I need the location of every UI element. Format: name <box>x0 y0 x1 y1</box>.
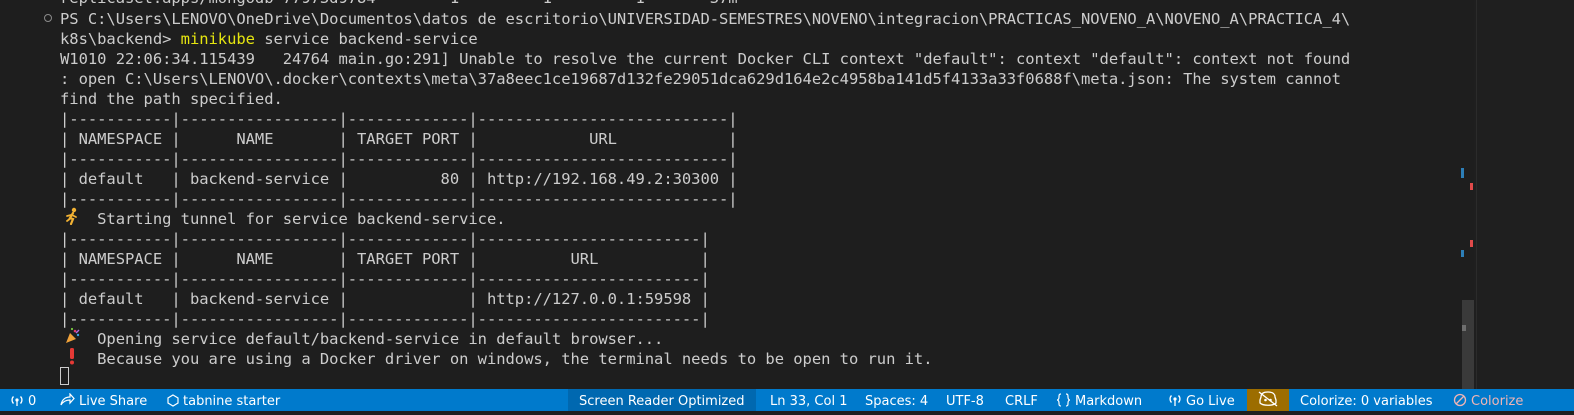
table2-border: |-----------|-----------------|---------… <box>60 270 710 288</box>
cursor-position-label: Ln 33, Col 1 <box>770 394 848 409</box>
language-mode-item[interactable]: Markdown <box>1056 389 1142 411</box>
terminal-cursor <box>60 367 69 385</box>
go-live-item[interactable]: Go Live <box>1168 389 1235 411</box>
ports-count: 0 <box>28 394 37 409</box>
colorize-toggle-item[interactable]: Colorize <box>1453 389 1523 411</box>
terminal-prompt: PS C:\Users\LENOVO\OneDrive\Documentos\d… <box>60 10 1351 28</box>
tunnel-message: Starting tunnel for service backend-serv… <box>60 210 506 228</box>
prompt-continuation: k8s\backend> <box>60 30 181 48</box>
indentation-item[interactable]: Spaces: 4 <box>865 389 928 411</box>
broadcast-icon <box>1169 395 1181 406</box>
driver-message: Because you are using a Docker driver on… <box>60 350 933 368</box>
colorize-toggle-label: Colorize <box>1471 394 1524 409</box>
status-bar: 0 Live Share tabnine starter Screen Read… <box>0 389 1574 411</box>
live-share-icon <box>60 392 75 406</box>
table2-header: | NAMESPACE | NAME | TARGET PORT | URL | <box>60 250 710 268</box>
go-live-label: Go Live <box>1186 394 1235 409</box>
overview-marker <box>1461 250 1464 257</box>
warning-line-1: W1010 22:06:34.115439 24764 main.go:291]… <box>60 50 1351 68</box>
live-share-label: Live Share <box>79 394 148 409</box>
table2-row: | default | backend-service | | http://1… <box>60 290 710 308</box>
eol-item[interactable]: CRLF <box>1005 389 1038 411</box>
table1-border: |-----------|-----------------|---------… <box>60 190 738 208</box>
screen-reader-item[interactable]: Screen Reader Optimized <box>579 389 745 411</box>
overview-marker <box>1461 168 1464 178</box>
table2-border: |-----------|-----------------|---------… <box>60 230 710 248</box>
cursor-position-item[interactable]: Ln 33, Col 1 <box>770 389 847 411</box>
table1-row: | default | backend-service | 80 | http:… <box>60 170 738 188</box>
table2-border: |-----------|-----------------|---------… <box>60 310 710 328</box>
encoding-item[interactable]: UTF-8 <box>946 389 984 411</box>
colorize-variables-item[interactable]: Colorize: 0 variables <box>1300 389 1433 411</box>
overview-marker <box>1470 183 1473 190</box>
table1-border: |-----------|-----------------|---------… <box>60 110 738 128</box>
warning-line-2: : open C:\Users\LENOVO\.docker\contexts\… <box>60 70 1341 88</box>
copilot-item[interactable] <box>1258 389 1282 411</box>
overview-marker <box>1470 240 1473 247</box>
screen-reader-label: Screen Reader Optimized <box>579 394 745 409</box>
warning-line-3: find the path specified. <box>60 90 283 108</box>
command-name: minikube <box>180 30 255 48</box>
indentation-label: Spaces: 4 <box>865 394 929 409</box>
command-args: service backend-service <box>254 30 478 48</box>
circle-slash-icon <box>1453 393 1467 407</box>
eol-label: CRLF <box>1005 394 1038 409</box>
ports-item[interactable]: 0 <box>10 389 36 411</box>
terminal-panel[interactable]: replicaset.apps/mongodb-77973d9784 1 1 1… <box>0 0 1460 389</box>
table1-border: |-----------|-----------------|---------… <box>60 150 738 168</box>
colorize-variables-label: Colorize: 0 variables <box>1300 394 1433 409</box>
braces-icon <box>1056 393 1071 407</box>
copilot-icon <box>1258 391 1278 407</box>
tabnine-item[interactable]: tabnine starter <box>167 389 280 411</box>
live-share-item[interactable]: Live Share <box>60 389 147 411</box>
scrollbar-thumb[interactable] <box>1462 300 1474 389</box>
terminal-line-cut: replicaset.apps/mongodb-77973d9784 1 1 1… <box>60 0 738 8</box>
terminal-command-line: k8s\backend> minikube service backend-se… <box>60 29 478 49</box>
broadcast-icon <box>11 396 23 406</box>
encoding-label: UTF-8 <box>946 394 984 409</box>
tabnine-label: tabnine starter <box>183 394 281 409</box>
opening-message: Opening service default/backend-service … <box>60 330 664 348</box>
command-decoration-icon[interactable] <box>44 14 52 22</box>
overview-marker <box>1462 325 1466 331</box>
right-panel <box>1476 0 1574 389</box>
language-mode-label: Markdown <box>1075 394 1143 409</box>
tabnine-icon <box>167 394 179 407</box>
table1-header: | NAMESPACE | NAME | TARGET PORT | URL | <box>60 130 738 148</box>
